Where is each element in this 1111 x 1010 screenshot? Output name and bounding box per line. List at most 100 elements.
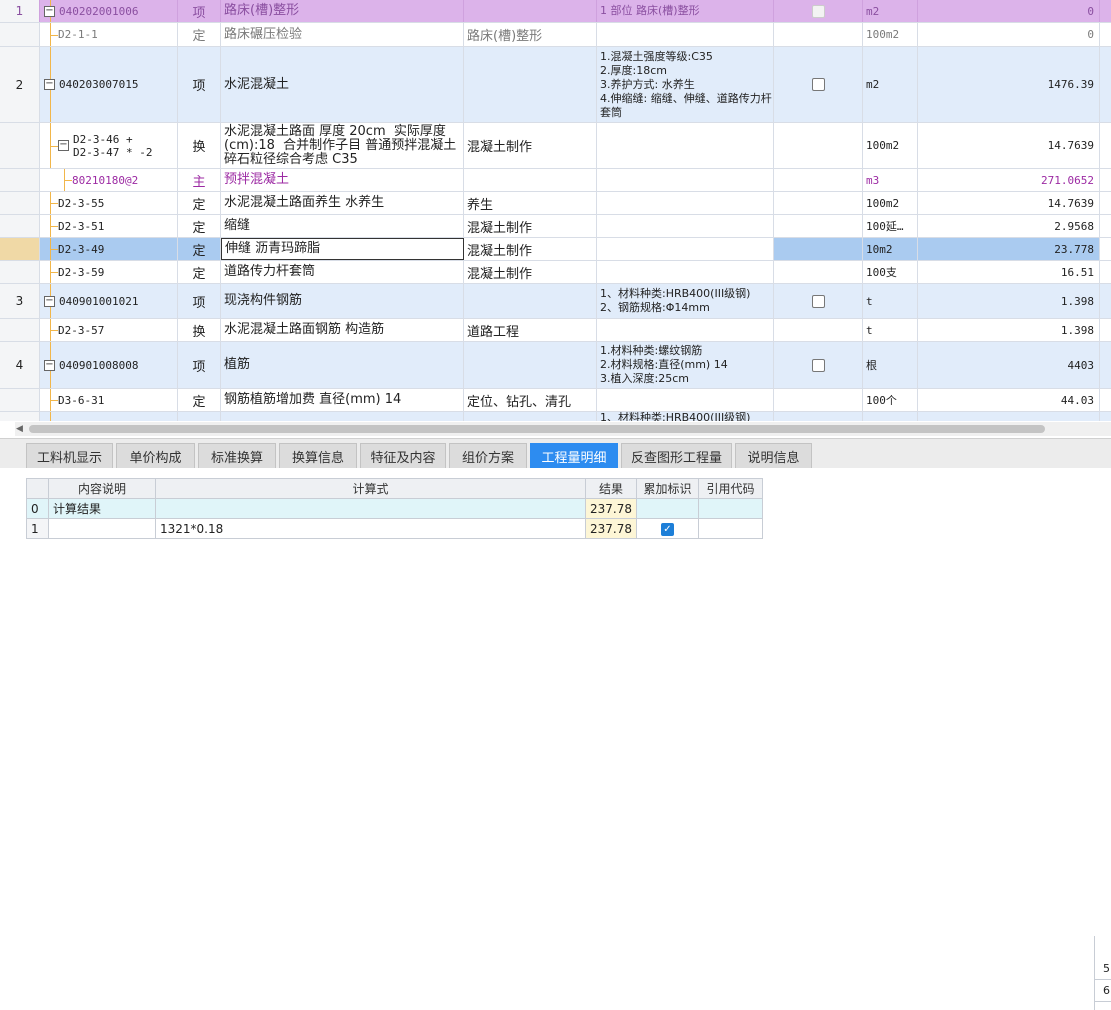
bill-item-row[interactable]: 4 −040901008008 项 植筋 1.材料种类:螺纹钢筋 2.材料规格:直径(m… <box>0 342 1111 389</box>
type-cell[interactable] <box>178 412 221 421</box>
accum-cell[interactable]: ✓ <box>636 518 699 539</box>
code-cell[interactable]: D3-6-31 <box>40 389 178 411</box>
quantity-cell[interactable]: 0 <box>918 23 1100 46</box>
feature-cell[interactable]: 1.混凝土强度等级:C35 2.厚度:18cm 3.养护方式: 水养生 4.伸缩… <box>597 47 774 122</box>
quota-row[interactable]: 1、材料种类:HRB400(III级钢) <box>0 412 1111 421</box>
quantity-cell[interactable]: 4403 <box>918 342 1100 388</box>
check-cell[interactable] <box>774 261 863 283</box>
name-cell[interactable]: 植筋 <box>221 342 464 388</box>
feature-cell[interactable] <box>597 215 774 237</box>
horizontal-scrollbar[interactable]: ◀ <box>15 422 1111 436</box>
quota-row[interactable]: − D2-3-46 + D2-3-47 * -2 换 水泥混凝土路面 厚度 20cm … <box>0 123 1111 169</box>
row-checkbox[interactable] <box>811 78 825 91</box>
accum-checkbox[interactable]: ✓ <box>661 523 674 536</box>
tab-4[interactable]: 特征及内容 <box>360 443 446 469</box>
project-cell[interactable] <box>464 412 597 421</box>
desc-cell[interactable]: 计算结果 <box>48 498 156 519</box>
tab-6[interactable]: 工程量明细 <box>530 443 618 469</box>
ref-cell[interactable] <box>698 498 763 519</box>
feature-cell[interactable]: 1、材料种类:HRB400(III级钢) 2、钢筋规格:Φ14mm <box>597 284 774 318</box>
check-cell[interactable] <box>774 215 863 237</box>
name-cell[interactable]: 伸缝 沥青玛蹄脂 <box>221 238 464 260</box>
formula-cell[interactable]: 1321*0.18 <box>155 518 586 539</box>
name-cell[interactable]: 路床(槽)整形 <box>221 0 464 22</box>
type-cell[interactable]: 换 <box>178 123 221 168</box>
quota-row[interactable]: 80210180@2 主 预拌混凝土 m3 271.0652 <box>0 169 1111 192</box>
unit-cell[interactable] <box>863 412 918 421</box>
check-cell[interactable] <box>774 47 863 122</box>
detail-row-total[interactable]: 0 计算结果 237.78 <box>26 498 763 519</box>
type-cell[interactable]: 定 <box>178 215 221 237</box>
quota-row[interactable]: D2-3-55 定 水泥混凝土路面养生 水养生 养生 100m2 14.7639 <box>0 192 1111 215</box>
quantity-cell[interactable]: 23.778 <box>918 238 1100 260</box>
project-cell[interactable] <box>464 0 597 22</box>
quota-row[interactable]: D2-3-51 定 缩缝 混凝土制作 100延… 2.9568 <box>0 215 1111 238</box>
row-checkbox[interactable] <box>811 4 825 18</box>
project-cell[interactable] <box>464 47 597 122</box>
feature-cell[interactable] <box>597 238 774 260</box>
check-cell[interactable] <box>774 389 863 411</box>
quota-row[interactable]: D2-3-49 定 伸缝 沥青玛蹄脂 混凝土制作 10m2 23.778 <box>0 238 1111 261</box>
type-cell[interactable]: 定 <box>178 261 221 283</box>
bill-item-row[interactable]: 3 −040901001021 项 现浇构件钢筋 1、材料种类:HRB400(III级钢… <box>0 284 1111 319</box>
code-cell[interactable]: D2-3-51 <box>40 215 178 237</box>
tab-5[interactable]: 组价方案 <box>449 443 527 469</box>
name-cell[interactable]: 预拌混凝土 <box>221 169 464 191</box>
unit-cell[interactable]: t <box>863 284 918 318</box>
project-cell[interactable]: 养生 <box>464 192 597 214</box>
collapse-icon[interactable]: − <box>44 295 55 307</box>
project-cell[interactable]: 定位、钻孔、清孔 <box>464 389 597 411</box>
feature-cell[interactable] <box>597 169 774 191</box>
code-cell[interactable]: D2-3-59 <box>40 261 178 283</box>
tab-2[interactable]: 标准换算 <box>198 443 276 469</box>
code-cell[interactable]: 80210180@2 <box>40 169 178 191</box>
code-cell[interactable]: −040203007015 <box>40 47 178 122</box>
scroll-left-icon[interactable]: ◀ <box>16 424 23 434</box>
quota-row[interactable]: D2-3-57 换 水泥混凝土路面钢筋 构造筋 道路工程 t 1.398 <box>0 319 1111 342</box>
name-cell[interactable]: 水泥混凝土路面养生 水养生 <box>221 192 464 214</box>
unit-cell[interactable]: 100m2 <box>863 192 918 214</box>
feature-cell[interactable]: 1、材料种类:HRB400(III级钢) <box>597 412 774 421</box>
feature-cell[interactable]: 1 部位 路床(槽)整形 <box>597 0 774 22</box>
type-cell[interactable]: 换 <box>178 319 221 341</box>
accum-cell[interactable] <box>636 498 699 519</box>
ref-cell[interactable] <box>698 518 763 539</box>
detail-row[interactable]: 1 1321*0.18 237.78 ✓ <box>26 518 763 539</box>
quantity-cell[interactable]: 14.7639 <box>918 192 1100 214</box>
scrollbar-thumb[interactable] <box>29 425 1045 433</box>
row-checkbox[interactable] <box>811 294 825 308</box>
quantity-cell[interactable]: 1.398 <box>918 284 1100 318</box>
code-cell[interactable]: −040202001006 <box>40 0 178 22</box>
code-cell[interactable]: D2-3-55 <box>40 192 178 214</box>
feature-cell[interactable] <box>597 319 774 341</box>
check-cell[interactable] <box>774 169 863 191</box>
check-cell[interactable] <box>774 342 863 388</box>
quantity-cell[interactable]: 2.9568 <box>918 215 1100 237</box>
type-cell[interactable]: 定 <box>178 192 221 214</box>
quota-row[interactable]: D3-6-31 定 钢筋植筋增加费 直径(mm) 14 定位、钻孔、清孔 100个 44.… <box>0 389 1111 412</box>
code-cell[interactable]: D2-3-57 <box>40 319 178 341</box>
check-cell[interactable] <box>774 192 863 214</box>
project-cell[interactable] <box>464 169 597 191</box>
unit-cell[interactable]: 100个 <box>863 389 918 411</box>
unit-cell[interactable]: 100支 <box>863 261 918 283</box>
code-cell[interactable]: −040901008008 <box>40 342 178 388</box>
feature-cell[interactable]: 1.材料种类:螺纹钢筋 2.材料规格:直径(mm) 14 3.植入深度:25cm <box>597 342 774 388</box>
quantity-cell[interactable]: 271.0652 <box>918 169 1100 191</box>
quantity-cell[interactable]: 16.51 <box>918 261 1100 283</box>
name-cell[interactable]: 道路传力杆套筒 <box>221 261 464 283</box>
check-cell[interactable] <box>774 238 863 260</box>
project-cell[interactable]: 路床(槽)整形 <box>464 23 597 46</box>
type-cell[interactable]: 主 <box>178 169 221 191</box>
unit-cell[interactable]: 根 <box>863 342 918 388</box>
quota-row[interactable]: D2-3-59 定 道路传力杆套筒 混凝土制作 100支 16.51 <box>0 261 1111 284</box>
project-cell[interactable] <box>464 342 597 388</box>
collapse-icon[interactable]: − <box>44 79 55 90</box>
type-cell[interactable]: 定 <box>178 238 221 260</box>
name-cell[interactable] <box>221 412 464 421</box>
unit-cell[interactable]: t <box>863 319 918 341</box>
name-cell[interactable]: 现浇构件钢筋 <box>221 284 464 318</box>
project-cell[interactable] <box>464 284 597 318</box>
name-cell[interactable]: 路床碾压检验 <box>221 23 464 46</box>
check-cell[interactable] <box>774 284 863 318</box>
